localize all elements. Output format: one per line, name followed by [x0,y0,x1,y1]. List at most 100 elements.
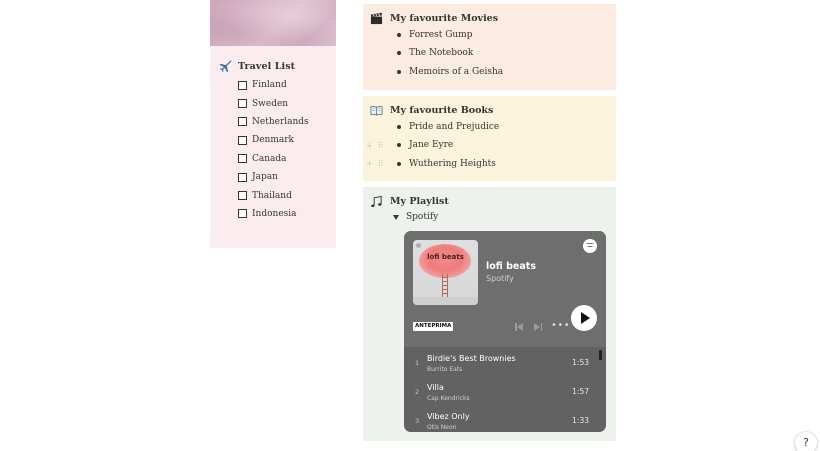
list-item: Memoirs of a Geisha [397,63,503,81]
track-title: Vibez Only [427,412,470,421]
track-artist: Cap Kendricks [427,395,470,402]
books-title: My favourite Books [390,105,494,116]
list-item-text[interactable]: Forrest Gump [409,30,472,40]
drag-handle-icon[interactable]: ⠿ [378,141,384,150]
cover-image [210,0,336,46]
bullet-dot [397,51,401,56]
track-list-scrollbar[interactable] [599,350,602,360]
todo-item: Netherlands [238,113,309,131]
track-duration: 1:33 [572,416,589,425]
add-block-icon[interactable]: + [366,159,373,168]
preview-badge: ANTEPRIMA [413,322,454,331]
movies-title: My favourite Movies [390,13,499,24]
travel-list-title: Travel List [238,60,296,72]
open-book-icon [370,106,383,116]
drag-handle-icon[interactable]: ⠿ [378,159,384,168]
todo-label[interactable]: Sweden [252,99,288,109]
track-row[interactable]: 2 Villa Cap Kendricks 1:57 [404,378,598,407]
album-art-cloud [419,244,471,278]
list-item: Pride and Prejudice [397,118,499,136]
album-art[interactable]: lofi beats [413,240,478,305]
books-header: My favourite Books [370,104,493,117]
bullet-dot [397,161,401,166]
list-item-text[interactable]: Wuthering Heights [409,159,496,169]
todo-label[interactable]: Thailand [252,191,292,201]
block-handles: + ⠿ [366,159,384,168]
list-item: The Notebook [397,44,503,62]
airplane-icon [219,60,232,73]
todo-label[interactable]: Indonesia [252,209,297,219]
list-item-text[interactable]: Jane Eyre [409,140,453,150]
toggle-label[interactable]: Spotify [406,212,438,222]
track-number: 1 [415,359,420,367]
add-block-icon[interactable]: + [366,141,373,150]
track-number: 2 [415,388,420,396]
track-title: Villa [427,383,444,392]
spotify-logo-icon[interactable] [583,239,597,253]
list-item: Jane Eyre [397,136,499,154]
track-title: Birdie's Best Brownies [427,354,516,363]
movies-list: Forrest Gump The Notebook Memoirs of a G… [397,26,503,81]
spotify-header: lofi beats lofi beats Spotify ANTEPRIMA … [404,231,606,347]
todo-label[interactable]: Canada [252,154,287,164]
todo-item: Thailand [238,186,309,204]
checkbox[interactable] [238,154,247,164]
help-button[interactable]: ? [795,432,817,451]
checkbox[interactable] [238,99,247,109]
todo-item: Sweden [238,94,309,112]
bullet-dot [397,125,401,130]
travel-checklist: Finland Sweden Netherlands Denmark Canad… [238,76,309,223]
todo-label[interactable]: Finland [252,80,287,90]
list-item: Forrest Gump [397,26,503,44]
track-artist: Burrito Eats [427,366,463,373]
provider-name[interactable]: Spotify [486,274,514,283]
todo-item: Indonesia [238,205,309,223]
block-handles: + ⠿ [366,141,384,150]
checkbox[interactable] [238,135,247,145]
list-item: Wuthering Heights [397,155,499,173]
next-track-icon[interactable] [533,322,543,332]
spotify-embed: lofi beats lofi beats Spotify ANTEPRIMA … [404,231,606,432]
album-art-dot [416,243,421,248]
todo-item: Denmark [238,131,309,149]
todo-label[interactable]: Netherlands [252,117,309,127]
todo-item: Canada [238,150,309,168]
previous-track-icon[interactable] [514,322,524,332]
clapperboard-icon [370,12,383,25]
checkbox[interactable] [238,209,247,219]
list-item-text[interactable]: The Notebook [409,48,473,58]
more-options-icon[interactable]: ••• [551,321,570,331]
todo-item: Japan [238,168,309,186]
play-button[interactable] [571,305,597,331]
todo-item: Finland [238,76,309,94]
track-duration: 1:53 [572,358,589,367]
spotify-toggle[interactable]: Spotify [393,212,438,222]
album-art-text: lofi beats [427,253,464,261]
movies-callout: My favourite Movies Forrest Gump The Not… [363,4,616,90]
track-list: 1 Birdie's Best Brownies Burrito Eats 1:… [404,347,606,432]
track-row[interactable]: 1 Birdie's Best Brownies Burrito Eats 1:… [404,349,598,378]
list-item-text[interactable]: Memoirs of a Geisha [409,67,503,77]
checkbox[interactable] [238,117,247,127]
playlist-header: My Playlist [370,195,449,208]
books-callout: My favourite Books Pride and Prejudice J… [363,96,616,181]
track-artist: Otis Neon [427,424,457,431]
travel-column: Travel List Finland Sweden Netherlands D… [210,0,336,248]
travel-list-header: Travel List [218,59,295,73]
movies-header: My favourite Movies [370,12,498,25]
todo-label[interactable]: Denmark [252,135,294,145]
playlist-name[interactable]: lofi beats [486,261,536,272]
list-item-text[interactable]: Pride and Prejudice [409,122,499,132]
checkbox[interactable] [238,80,247,90]
track-duration: 1:57 [572,387,589,396]
todo-label[interactable]: Japan [252,172,278,182]
album-art-ground [413,297,478,305]
bullet-dot [397,69,401,74]
playlist-title: My Playlist [390,196,449,207]
checkbox[interactable] [238,191,247,201]
toggle-triangle-icon[interactable] [393,214,399,220]
track-row[interactable]: 3 Vibez Only Otis Neon 1:33 [404,407,598,432]
checkbox[interactable] [238,172,247,182]
bullet-dot [397,143,401,148]
books-list: Pride and Prejudice Jane Eyre Wuthering … [397,118,499,173]
